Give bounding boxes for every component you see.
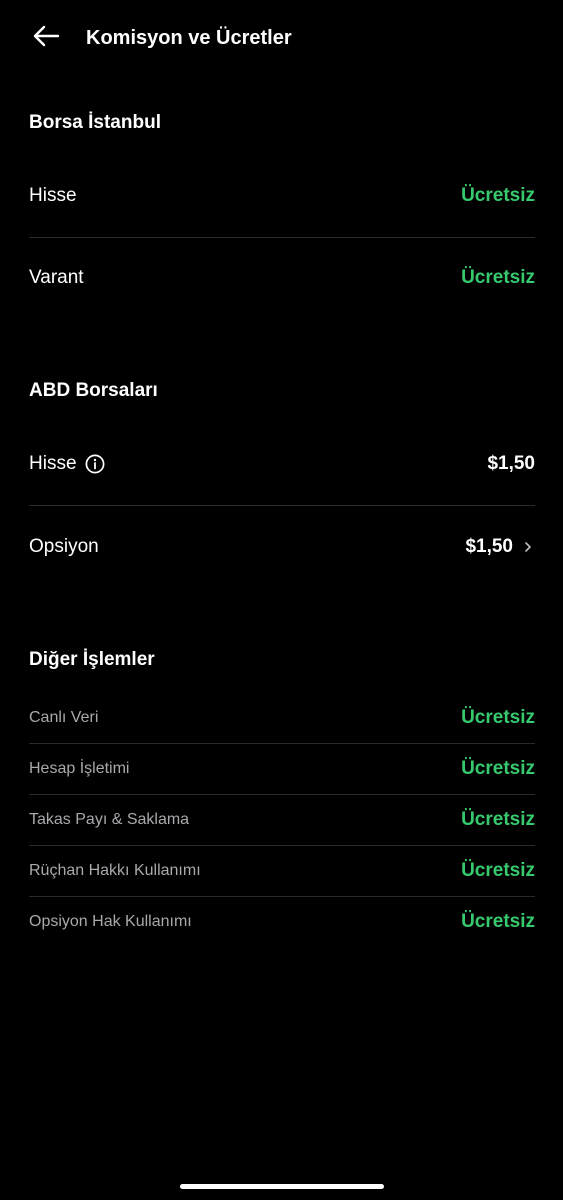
fee-value: Ücretsiz: [461, 757, 535, 779]
fee-row-abd-hisse: Hisse $1,50: [29, 423, 535, 506]
fee-value: Ücretsiz: [461, 267, 535, 288]
fee-label: Rüçhan Hakkı Kullanımı: [29, 861, 201, 879]
chevron-right-icon: [521, 540, 535, 554]
fee-value: $1,50: [487, 453, 535, 474]
fee-row-bist-varant: Varant Ücretsiz: [29, 237, 535, 319]
section-title-diger-islemler: Diğer İşlemler: [29, 649, 155, 670]
fee-label: Hesap İşletimi: [29, 759, 130, 777]
home-indicator[interactable]: [180, 1184, 384, 1189]
fee-label: Opsiyon: [29, 536, 99, 557]
info-icon[interactable]: [85, 454, 105, 474]
top-app-bar: Komisyon ve Ücretler: [0, 0, 563, 78]
fee-row-ruchan-hakki: Rüçhan Hakkı Kullanımı Ücretsiz: [29, 845, 535, 897]
fee-value: Ücretsiz: [461, 910, 535, 932]
section-title-abd-borsalari: ABD Borsaları: [29, 380, 158, 401]
fee-value: Ücretsiz: [461, 706, 535, 728]
fee-label: Hisse: [29, 453, 77, 474]
fee-value: Ücretsiz: [461, 808, 535, 830]
fee-row-canli-veri: Canlı Veri Ücretsiz: [29, 692, 535, 744]
fee-row-takas-payi: Takas Payı & Saklama Ücretsiz: [29, 794, 535, 846]
fee-row-hesap-isletimi: Hesap İşletimi Ücretsiz: [29, 743, 535, 795]
fee-row-bist-hisse: Hisse Ücretsiz: [29, 155, 535, 238]
fee-value: Ücretsiz: [461, 185, 535, 206]
page-title: Komisyon ve Ücretler: [86, 27, 292, 49]
arrow-left-icon: [32, 24, 60, 53]
back-button[interactable]: [28, 20, 64, 56]
fee-value: Ücretsiz: [461, 859, 535, 881]
fee-row-opsiyon-hak: Opsiyon Hak Kullanımı Ücretsiz: [29, 896, 535, 947]
fee-label: Varant: [29, 267, 84, 288]
section-title-borsa-istanbul: Borsa İstanbul: [29, 112, 161, 133]
fee-label: Opsiyon Hak Kullanımı: [29, 912, 192, 930]
fee-label: Canlı Veri: [29, 708, 99, 726]
fee-row-abd-opsiyon[interactable]: Opsiyon $1,50: [29, 506, 535, 588]
fee-label: Takas Payı & Saklama: [29, 810, 190, 828]
fee-value: $1,50: [465, 536, 513, 557]
fee-label: Hisse: [29, 185, 77, 206]
